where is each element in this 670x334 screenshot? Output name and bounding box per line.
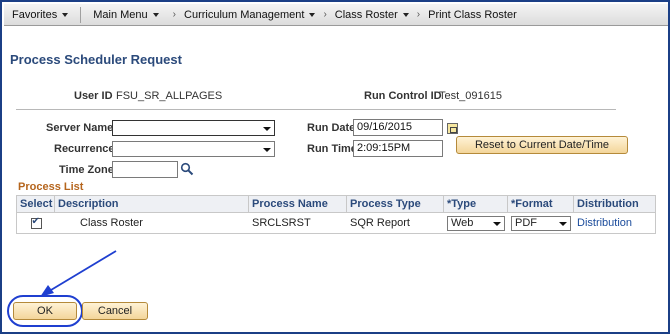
- dropdown-arrow-icon: [263, 127, 271, 131]
- recurrence-select[interactable]: [112, 141, 275, 157]
- favorites-menu[interactable]: Favorites: [4, 4, 76, 26]
- breadcrumb-label: Curriculum Management: [184, 8, 305, 21]
- dropdown-arrow-icon: [309, 12, 316, 17]
- process-list-grid: Select Description Process Name Process …: [16, 195, 656, 234]
- type-cell: Web: [444, 213, 508, 233]
- server-name-select[interactable]: [112, 120, 275, 136]
- reset-date-time-button[interactable]: Reset to Current Date/Time: [456, 136, 628, 154]
- col-format: *Format: [508, 196, 574, 212]
- nav-divider: [80, 6, 82, 23]
- col-type: *Type: [444, 196, 508, 212]
- top-nav-bar: Favorites Main Menu › Curriculum Managem…: [4, 4, 668, 26]
- run-control-id-value: Test_091615: [439, 90, 502, 102]
- breadcrumb-label: Class Roster: [334, 8, 398, 21]
- format-select[interactable]: PDF: [511, 215, 571, 231]
- grid-header: Select Description Process Name Process …: [17, 196, 655, 213]
- search-icon[interactable]: [180, 162, 194, 176]
- breadcrumb-curriculum-management[interactable]: Curriculum Management: [182, 4, 317, 26]
- breadcrumb-class-roster[interactable]: Class Roster: [333, 4, 411, 26]
- time-zone-input[interactable]: [112, 161, 178, 178]
- run-control-id-label: Run Control ID: [364, 90, 442, 102]
- col-process-type: Process Type: [347, 196, 444, 212]
- breadcrumb-chevron-icon: ›: [323, 9, 327, 20]
- process-list-title: Process List: [18, 181, 84, 193]
- ok-highlight-annotation: [7, 295, 83, 327]
- recurrence-label: Recurrence: [54, 143, 115, 155]
- run-time-input[interactable]: 2:09:15PM: [353, 140, 443, 157]
- process-name-cell: SRCLSRST: [252, 217, 311, 229]
- page-title: Process Scheduler Request: [10, 52, 182, 67]
- col-description: Description: [55, 196, 249, 212]
- description-cell: Class Roster: [80, 217, 143, 229]
- format-cell: PDF: [508, 213, 574, 233]
- cancel-button[interactable]: Cancel: [82, 302, 148, 320]
- dropdown-arrow-icon: [263, 148, 271, 152]
- calendar-icon[interactable]: [447, 123, 458, 134]
- breadcrumb-chevron-icon: ›: [416, 9, 421, 20]
- distribution-cell: Distribution: [574, 213, 655, 233]
- dropdown-arrow-icon: [152, 12, 159, 17]
- col-select: Select: [17, 196, 55, 212]
- breadcrumb-label: Print Class Roster: [428, 8, 517, 21]
- dropdown-arrow-icon: [493, 221, 501, 226]
- dropdown-arrow-icon: [402, 12, 409, 17]
- favorites-label: Favorites: [12, 8, 58, 21]
- header-divider: [16, 109, 616, 110]
- distribution-link[interactable]: Distribution: [577, 217, 632, 229]
- main-menu-label: Main Menu: [93, 8, 148, 21]
- col-process-name: Process Name: [249, 196, 347, 212]
- run-date-input[interactable]: 09/16/2015: [353, 119, 443, 136]
- annotation-arrow-icon: [40, 250, 117, 297]
- type-value: Web: [451, 216, 474, 229]
- app-frame: Favorites Main Menu › Curriculum Managem…: [0, 0, 670, 334]
- format-value: PDF: [515, 216, 537, 229]
- time-zone-label: Time Zone: [59, 164, 114, 176]
- process-type-cell: SQR Report: [350, 217, 410, 229]
- user-id-value: FSU_SR_ALLPAGES: [116, 90, 223, 102]
- type-select[interactable]: Web: [447, 215, 505, 231]
- run-date-label: Run Date: [307, 122, 356, 134]
- main-menu[interactable]: Main Menu: [85, 4, 166, 26]
- run-time-label: Run Time: [307, 143, 357, 155]
- table-row: Class Roster SRCLSRST SQR Report Web PDF…: [17, 213, 655, 233]
- select-cell: [17, 213, 55, 233]
- server-name-label: Server Name: [46, 122, 114, 134]
- dropdown-arrow-icon: [62, 12, 69, 17]
- user-id-label: User ID: [74, 90, 113, 102]
- breadcrumb-print-class-roster[interactable]: Print Class Roster: [426, 4, 519, 26]
- breadcrumb-chevron-icon: ›: [172, 9, 177, 20]
- dropdown-arrow-icon: [559, 221, 567, 226]
- select-checkbox[interactable]: [30, 216, 42, 229]
- col-distribution: Distribution: [577, 198, 639, 210]
